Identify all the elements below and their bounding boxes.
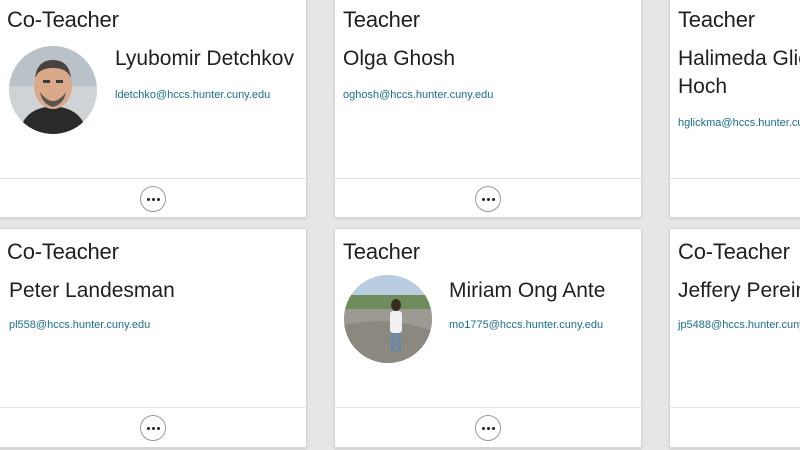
card-name: Peter Landesman: [9, 279, 175, 302]
teacher-card: Teacher Miriam Ong Ante mo1775@hccs.hunt…: [334, 228, 642, 448]
more-options-button[interactable]: [475, 186, 501, 212]
card-email-link[interactable]: oghosh@hccs.hunter.cuny.edu: [343, 89, 493, 101]
card-divider: [335, 178, 641, 179]
more-options-button[interactable]: [140, 415, 166, 441]
card-email-link[interactable]: ldetchko@hccs.hunter.cuny.edu: [115, 89, 270, 101]
teacher-card: Co-Teacher Jeffery Pereira jp5488@hccs.h…: [669, 228, 800, 448]
card-name-line2: Hoch: [678, 75, 728, 98]
card-name: Lyubomir Detchkov: [115, 47, 294, 70]
more-options-button[interactable]: [140, 186, 166, 212]
card-email-link[interactable]: mo1775@hccs.hunter.cuny.edu: [449, 319, 603, 331]
card-name: Olga Ghosh: [343, 47, 456, 70]
card-email-link[interactable]: pl558@hccs.hunter.cuny.edu: [9, 319, 150, 331]
teacher-card: Co-Teacher Lyubomir Detchkov ldetchko@hc…: [0, 0, 307, 218]
card-name: Miriam Ong Ante: [449, 279, 606, 302]
more-options-button[interactable]: [475, 415, 501, 441]
card-name: Jeffery Pereira: [678, 279, 800, 302]
card-role: Teacher: [678, 7, 755, 32]
card-name-line1: Halimeda Glickman-: [678, 47, 800, 70]
avatar: [9, 46, 97, 134]
card-divider: [335, 407, 641, 408]
card-role: Co-Teacher: [7, 7, 119, 32]
avatar-photo: [344, 275, 432, 363]
teacher-card: Teacher Halimeda Glickman- Hoch hglickma…: [669, 0, 800, 218]
card-divider: [670, 178, 800, 179]
card-divider: [0, 407, 306, 408]
teacher-card: Teacher Olga Ghosh oghosh@hccs.hunter.cu…: [334, 0, 642, 218]
avatar: [344, 275, 432, 363]
teacher-card: Co-Teacher Peter Landesman pl558@hccs.hu…: [0, 228, 307, 448]
more-horizontal-icon: [481, 197, 495, 201]
more-horizontal-icon: [481, 426, 495, 430]
card-role: Co-Teacher: [678, 239, 790, 264]
card-divider: [670, 407, 800, 408]
avatar-photo: [9, 46, 97, 134]
more-horizontal-icon: [146, 197, 160, 201]
card-email-link[interactable]: hglickma@hccs.hunter.cuny.edu: [678, 117, 800, 129]
card-divider: [0, 178, 306, 179]
more-horizontal-icon: [146, 426, 160, 430]
card-email-link[interactable]: jp5488@hccs.hunter.cuny.edu: [678, 319, 800, 331]
card-role: Teacher: [343, 7, 420, 32]
card-role: Co-Teacher: [7, 239, 119, 264]
card-role: Teacher: [343, 239, 420, 264]
